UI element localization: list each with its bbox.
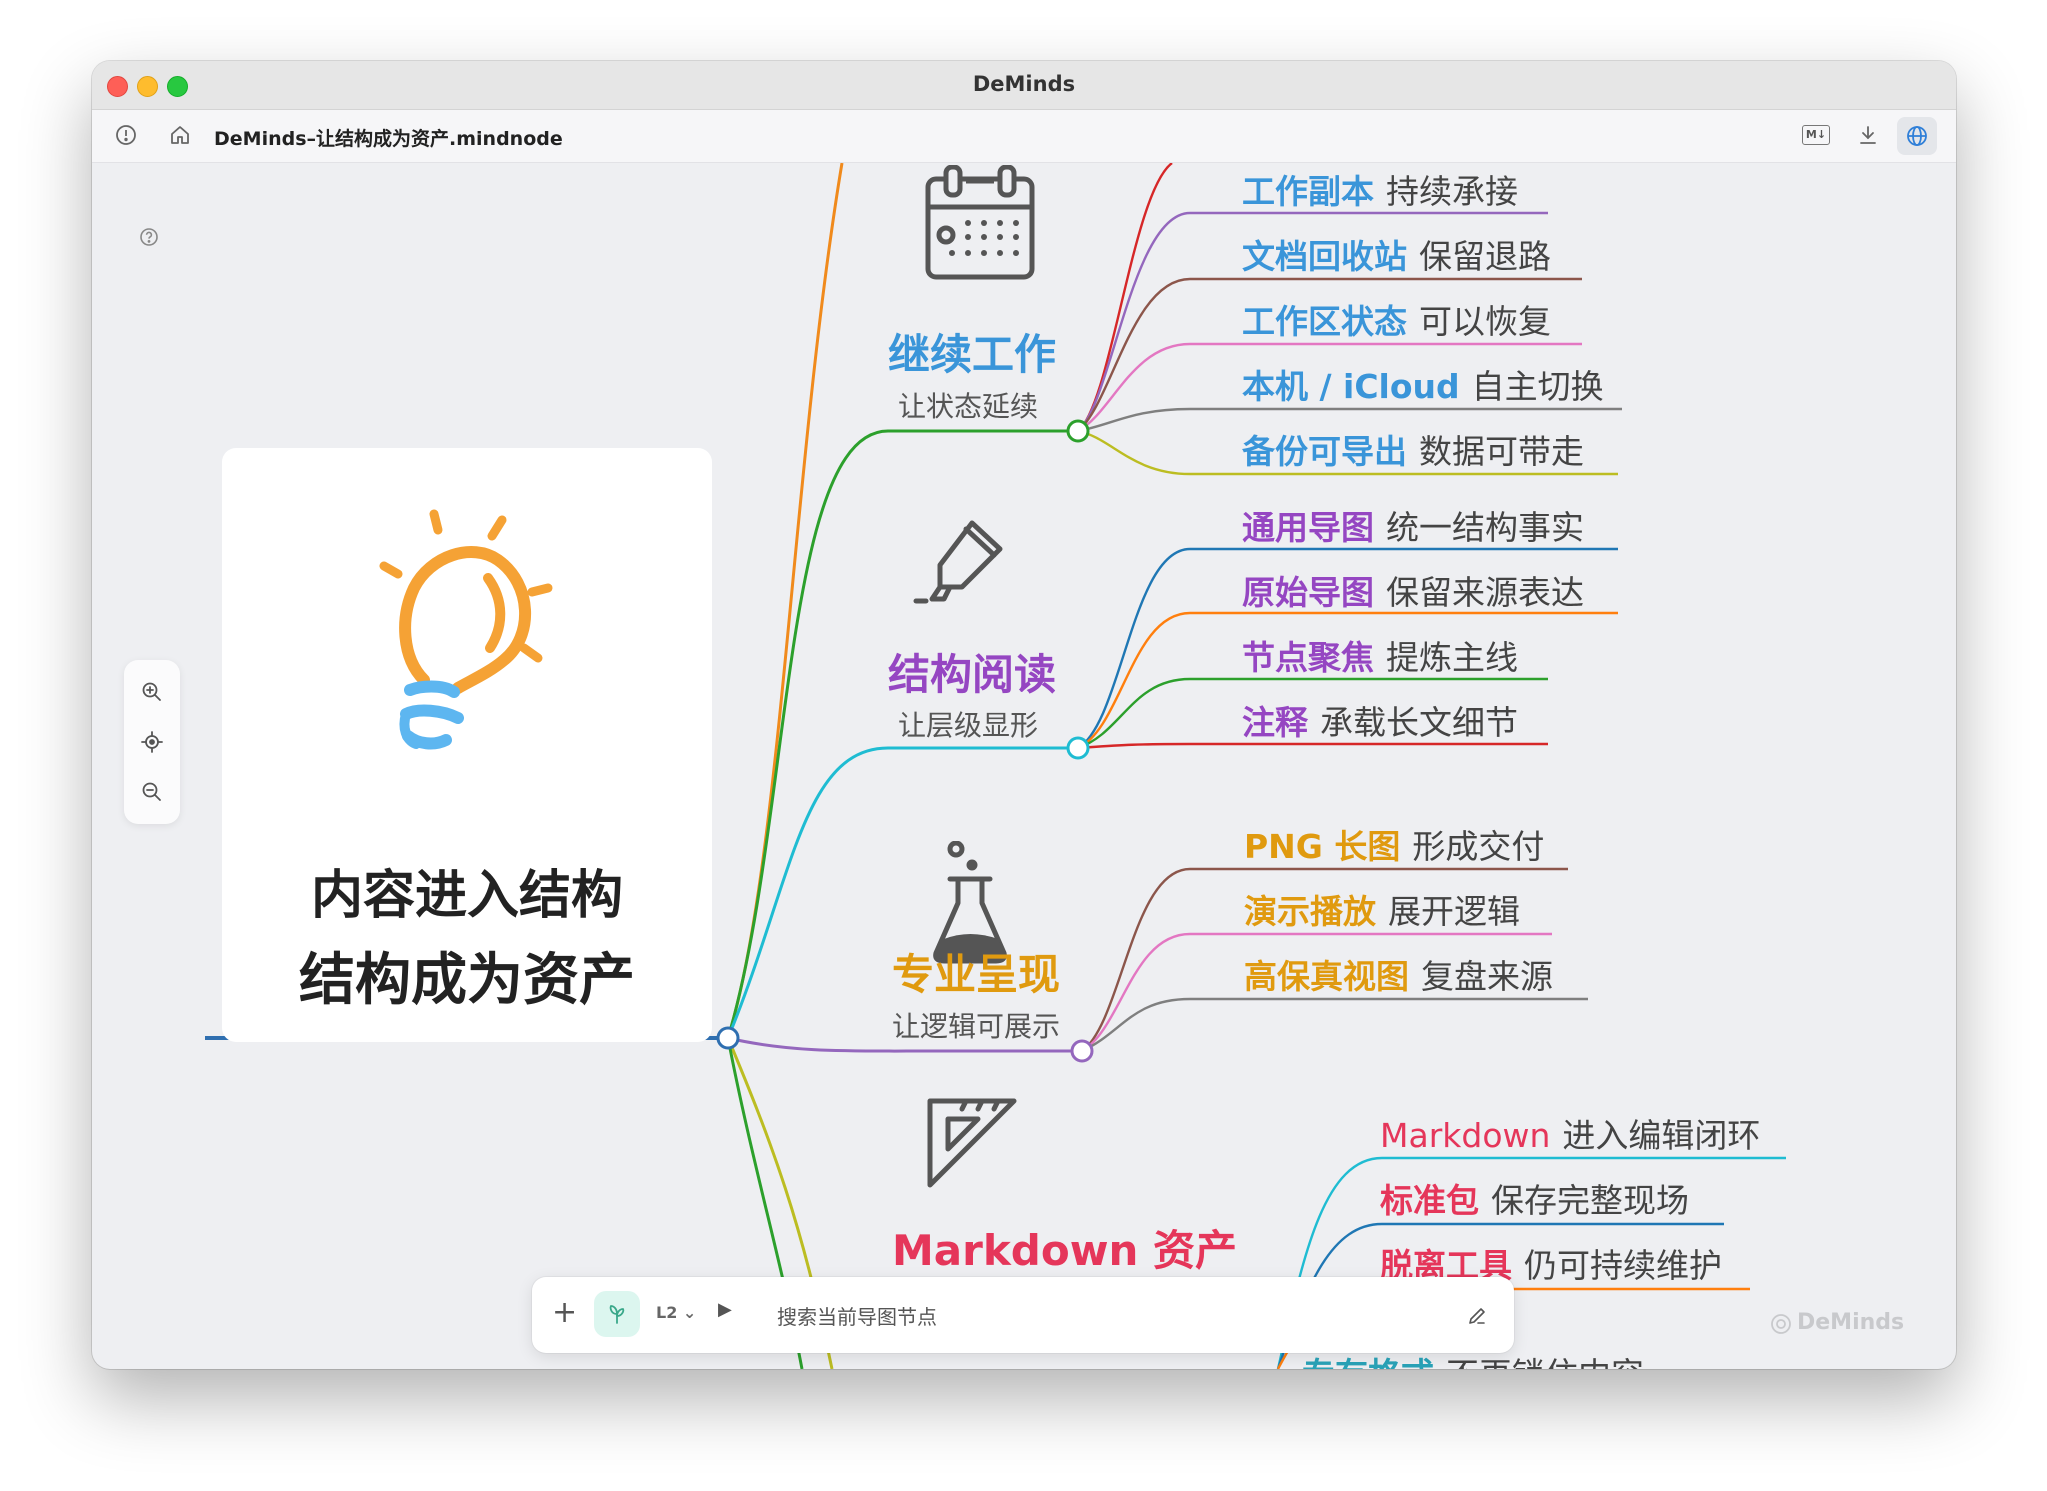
branch-subtitle: 让状态延续 (898, 390, 1039, 423)
leaf-value: 提炼主线 (1386, 638, 1518, 677)
help-icon[interactable] (138, 226, 160, 248)
branch-title[interactable]: Markdown 资产 (892, 1217, 1237, 1278)
leaf-value: 不再锁住内容 (1446, 1355, 1644, 1369)
leaf-node[interactable]: 工作副本 持续承接 (1242, 165, 1518, 213)
leaf-node[interactable]: 演示播放 展开逻辑 (1244, 885, 1520, 933)
watermark: DeMinds (1797, 1310, 1905, 1335)
leaf-node[interactable]: 标准包 保存完整现场 (1380, 1174, 1689, 1222)
leaf-value: 保留退路 (1419, 237, 1551, 276)
lightbulb-icon (362, 508, 562, 768)
zoom-controls (124, 660, 180, 824)
mindmap-canvas[interactable]: 内容进入结构 结构成为资产 继续工作 让状态延续 工作副本 持续承接 文档回收站… (92, 163, 1956, 1369)
leaf-node[interactable]: PNG 长图 形成交付 (1244, 820, 1544, 868)
leaf-value: 进入编辑闭环 (1562, 1116, 1761, 1155)
leaf-key: 标准包 (1380, 1181, 1479, 1220)
leaf-value: 保留来源表达 (1386, 573, 1584, 612)
search-input[interactable]: 搜索当前导图节点 (777, 1301, 937, 1330)
leaf-value: 持续承接 (1386, 172, 1518, 211)
window-title: DeMinds (972, 72, 1076, 96)
calendar-icon (920, 164, 1040, 285)
leaf-node[interactable]: 高保真视图 复盘来源 (1244, 950, 1553, 998)
leaf-node[interactable]: 注释 承载长文细节 (1242, 696, 1518, 744)
home-icon[interactable] (168, 123, 192, 147)
leaf-value: 承载长文细节 (1320, 703, 1518, 742)
leaf-key: 本机 / iCloud (1242, 367, 1460, 406)
center-view-icon[interactable] (140, 730, 164, 754)
leaf-node[interactable]: Markdown 进入编辑闭环 (1380, 1109, 1760, 1157)
leaf-key: 通用导图 (1242, 508, 1374, 547)
leaf-key: 专有格式 (1302, 1355, 1434, 1369)
zoom-in-icon[interactable] (140, 680, 164, 704)
level-selector[interactable]: L2 ⌄ (656, 1303, 696, 1322)
leaf-value: 统一结构事实 (1386, 508, 1584, 547)
leaf-key: 文档回收站 (1242, 237, 1407, 276)
markdown-export-icon[interactable]: M↓ (1802, 125, 1830, 145)
leaf-value: 展开逻辑 (1388, 892, 1520, 931)
leaf-key: 节点聚焦 (1242, 638, 1374, 677)
leaf-node[interactable]: 通用导图 统一结构事实 (1242, 501, 1584, 549)
leaf-value: 保存完整现场 (1491, 1181, 1689, 1220)
leaf-value: 数据可带走 (1419, 432, 1584, 471)
leaf-key: 原始导图 (1242, 573, 1374, 612)
leaf-key: PNG 长图 (1244, 827, 1401, 866)
download-icon[interactable] (1856, 123, 1880, 147)
branch-subtitle: 让逻辑可展示 (892, 1010, 1061, 1043)
highlighter-icon (910, 515, 1010, 609)
leaf-key: 工作副本 (1242, 172, 1374, 211)
branch-title[interactable]: 专业呈现 (892, 941, 1060, 1002)
leaf-node[interactable]: 原始导图 保留来源表达 (1242, 566, 1584, 614)
leaf-key: Markdown (1380, 1116, 1551, 1155)
layout-style-button[interactable] (594, 1291, 640, 1337)
edit-icon[interactable] (1466, 1305, 1488, 1327)
leaf-value: 复盘来源 (1421, 957, 1553, 996)
branch-title[interactable]: 继续工作 (888, 321, 1056, 382)
add-node-button[interactable]: + (552, 1295, 577, 1331)
leaf-node[interactable]: 文档回收站 保留退路 (1242, 230, 1551, 278)
root-title-line2: 结构成为资产 (299, 948, 635, 1013)
web-view-button[interactable] (1897, 117, 1937, 155)
search-bar: + L2 ⌄ ▶ 搜索当前导图节点 (532, 1277, 1514, 1353)
zoom-out-icon[interactable] (140, 780, 164, 804)
title-bar: DeMinds (92, 61, 1956, 110)
play-icon[interactable]: ▶ (718, 1299, 732, 1320)
leaf-key: 高保真视图 (1244, 957, 1409, 996)
leaf-node[interactable]: 节点聚焦 提炼主线 (1242, 631, 1518, 679)
sprout-icon (605, 1302, 629, 1326)
root-node[interactable]: 内容进入结构 结构成为资产 (222, 448, 712, 1042)
document-title: DeMinds–让结构成为资产.mindnode (214, 128, 563, 150)
globe-icon (1905, 124, 1929, 148)
toolbar: DeMinds–让结构成为资产.mindnode M↓ (92, 110, 1956, 163)
leaf-value: 仍可持续维护 (1524, 1246, 1722, 1285)
leaf-value: 自主切换 (1471, 367, 1604, 406)
branch-title[interactable]: 结构阅读 (888, 641, 1056, 702)
branch-subtitle: 让层级显形 (898, 709, 1039, 742)
leaf-key: 演示播放 (1244, 892, 1376, 931)
app-window: DeMinds DeMinds–让结构成为资产.mindnode M↓ 内容进入… (92, 61, 1956, 1369)
leaf-node[interactable]: 备份可导出 数据可带走 (1242, 425, 1584, 473)
leaf-node[interactable]: 工作区状态 可以恢复 (1242, 295, 1551, 343)
leaf-node[interactable]: 本机 / iCloud 自主切换 (1242, 360, 1604, 408)
leaf-key: 注释 (1242, 703, 1308, 742)
ruler-triangle-icon (922, 1093, 1022, 1189)
leaf-key: 备份可导出 (1242, 432, 1407, 471)
deminds-logo-icon (1769, 1312, 1793, 1336)
leaf-key: 工作区状态 (1242, 302, 1407, 341)
leaf-value: 可以恢复 (1419, 302, 1551, 341)
root-title-line1: 内容进入结构 (310, 866, 623, 926)
leaf-value: 形成交付 (1412, 827, 1545, 866)
info-icon[interactable] (114, 123, 138, 147)
